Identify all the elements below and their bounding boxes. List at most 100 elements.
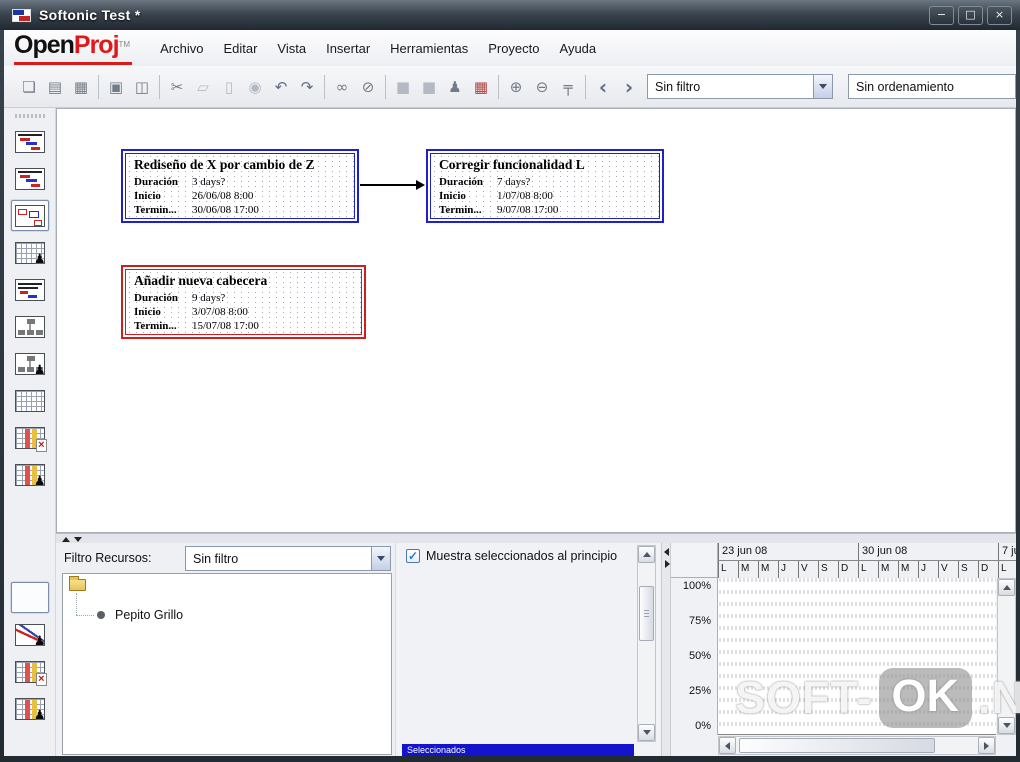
- histogram-panel: Filtro Recursos: Sin filtro Pepito Grill…: [56, 543, 1016, 756]
- day-cell: S: [958, 561, 978, 578]
- resource-filter-combobox[interactable]: Sin filtro: [185, 546, 391, 571]
- selection-panel: ✓ Muestra seleccionados al principio Sel…: [395, 543, 660, 756]
- histogram-horizontal-scrollbar[interactable]: [718, 736, 996, 755]
- task-usage-icon: ×: [15, 427, 45, 449]
- day-cell: L: [858, 561, 878, 578]
- menu-archivo[interactable]: Archivo: [150, 37, 213, 60]
- sidebar-item-charts[interactable]: ♟: [11, 619, 49, 650]
- toolbar-separator: [324, 75, 325, 99]
- link-tasks-icon[interactable]: ∞: [330, 75, 354, 99]
- network-diagram-canvas[interactable]: Rediseño de X por cambio de Z Duración3 …: [56, 108, 1016, 533]
- sidebar-item-task-usage[interactable]: ×: [11, 422, 49, 453]
- day-cell: J: [918, 561, 938, 578]
- unlink-tasks-icon[interactable]: ⊘: [356, 75, 380, 99]
- scroll-up-button[interactable]: [638, 546, 655, 563]
- collapse-up-icon[interactable]: [62, 537, 70, 542]
- charts-icon: ♟: [15, 624, 45, 646]
- find-icon[interactable]: ◉: [243, 75, 267, 99]
- scroll-to-task-icon[interactable]: ╤: [556, 75, 580, 99]
- horizontal-splitter[interactable]: [56, 533, 1016, 543]
- resource-tree[interactable]: Pepito Grillo: [62, 573, 392, 755]
- scale-label: 50%: [689, 650, 711, 662]
- forward-icon[interactable]: ›: [617, 75, 641, 99]
- maximize-button[interactable]: □: [958, 6, 983, 25]
- menu-proyecto[interactable]: Proyecto: [478, 37, 549, 60]
- openproj-logo: OpenProjTM: [14, 32, 132, 65]
- menu-vista[interactable]: Vista: [267, 37, 316, 60]
- window-controls: − □ ×: [929, 6, 1012, 25]
- collapse-right-icon[interactable]: [665, 560, 670, 568]
- resource-item[interactable]: Pepito Grillo: [115, 608, 183, 622]
- task-node-anadir[interactable]: Añadir nueva cabecera Duración9 days? In…: [121, 265, 366, 339]
- minimize-button[interactable]: −: [929, 6, 954, 25]
- arrow-down-icon: [1003, 723, 1011, 728]
- zoom-in-icon[interactable]: ⊕: [504, 75, 528, 99]
- back-icon[interactable]: ‹: [591, 75, 615, 99]
- field-label: Inicio: [439, 189, 497, 203]
- scroll-up-button[interactable]: [998, 579, 1015, 596]
- task-node-corregir[interactable]: Corregir funcionalidad L Duración7 days?…: [426, 149, 664, 223]
- update-task-icon[interactable]: ■: [417, 75, 441, 99]
- histogram-plot-area[interactable]: [718, 578, 996, 735]
- sidebar-item-resources[interactable]: ♟: [11, 237, 49, 268]
- entry-table-icon[interactable]: ▦: [469, 75, 493, 99]
- vertical-splitter[interactable]: [661, 543, 671, 756]
- scroll-down-button[interactable]: [998, 717, 1015, 734]
- new-document-icon[interactable]: ❏: [17, 75, 41, 99]
- sort-combobox[interactable]: Sin ordenamiento: [848, 74, 1016, 99]
- histogram-vertical-scrollbar[interactable]: [997, 578, 1016, 735]
- collapse-down-icon[interactable]: [74, 537, 82, 542]
- save-icon[interactable]: ▦: [69, 75, 93, 99]
- menu-insertar[interactable]: Insertar: [316, 37, 380, 60]
- zoom-out-icon[interactable]: ⊖: [530, 75, 554, 99]
- sidebar-item-report[interactable]: [11, 385, 49, 416]
- scrollbar-thumb[interactable]: [739, 738, 935, 753]
- sidebar-item-resource-usage[interactable]: ♟: [11, 459, 49, 490]
- task-node-rediseno[interactable]: Rediseño de X por cambio de Z Duración3 …: [121, 149, 359, 223]
- sidebar-item-rbs[interactable]: ♟: [11, 348, 49, 379]
- cut-icon[interactable]: ✂: [165, 75, 189, 99]
- task-information-icon[interactable]: ■: [391, 75, 415, 99]
- menu-herramientas[interactable]: Herramientas: [380, 37, 478, 60]
- menu-ayuda[interactable]: Ayuda: [550, 37, 607, 60]
- week-label: 30 jun 08: [858, 543, 907, 561]
- task-title: Rediseño de X por cambio de Z: [134, 157, 348, 173]
- scroll-right-button[interactable]: [978, 737, 995, 754]
- sidebar-item-gantt[interactable]: [11, 126, 49, 157]
- day-cell: D: [978, 561, 998, 578]
- print-icon[interactable]: ▣: [104, 75, 128, 99]
- filter-combobox-arrow[interactable]: [813, 75, 832, 98]
- resource-bullet-icon: [97, 611, 105, 619]
- collapse-left-icon[interactable]: [664, 548, 669, 556]
- open-folder-icon[interactable]: ▤: [43, 75, 67, 99]
- field-label: Termin...: [134, 319, 192, 333]
- undo-icon[interactable]: ↶: [269, 75, 293, 99]
- sidebar-item-tracking-gantt[interactable]: [11, 163, 49, 194]
- scroll-left-button[interactable]: [719, 737, 736, 754]
- field-value: 26/06/08 8:00: [192, 189, 253, 203]
- sidebar-grip[interactable]: [15, 114, 45, 118]
- print-preview-icon[interactable]: ◫: [130, 75, 154, 99]
- paste-icon[interactable]: ▯: [217, 75, 241, 99]
- sidebar-item-task-usage-detail[interactable]: ×: [11, 656, 49, 687]
- redo-icon[interactable]: ↷: [295, 75, 319, 99]
- sidebar-item-resource-usage-detail[interactable]: ♟: [11, 693, 49, 724]
- copy-icon[interactable]: ▱: [191, 75, 215, 99]
- filter-combobox[interactable]: Sin filtro: [647, 74, 833, 99]
- resource-filter-arrow[interactable]: [371, 547, 390, 570]
- titlebar: Softonic Test * − □ ×: [0, 0, 1020, 30]
- assign-resource-icon[interactable]: ♟: [443, 75, 467, 99]
- sidebar-item-wbs[interactable]: [11, 311, 49, 342]
- show-selected-checkbox[interactable]: ✓: [406, 549, 420, 563]
- arrow-up-icon: [643, 552, 651, 557]
- sidebar-item-histogram[interactable]: ♟: [11, 582, 49, 613]
- sidebar-item-network-diagram[interactable]: [11, 200, 49, 231]
- application-window: Softonic Test * − □ × OpenProjTM Archivo…: [0, 0, 1020, 762]
- selection-scrollbar[interactable]: [637, 545, 656, 742]
- scroll-down-button[interactable]: [638, 724, 655, 741]
- scrollbar-thumb[interactable]: [639, 586, 654, 641]
- folder-icon: [69, 579, 86, 591]
- menu-editar[interactable]: Editar: [213, 37, 267, 60]
- sidebar-item-projects[interactable]: [11, 274, 49, 305]
- close-button[interactable]: ×: [987, 6, 1012, 25]
